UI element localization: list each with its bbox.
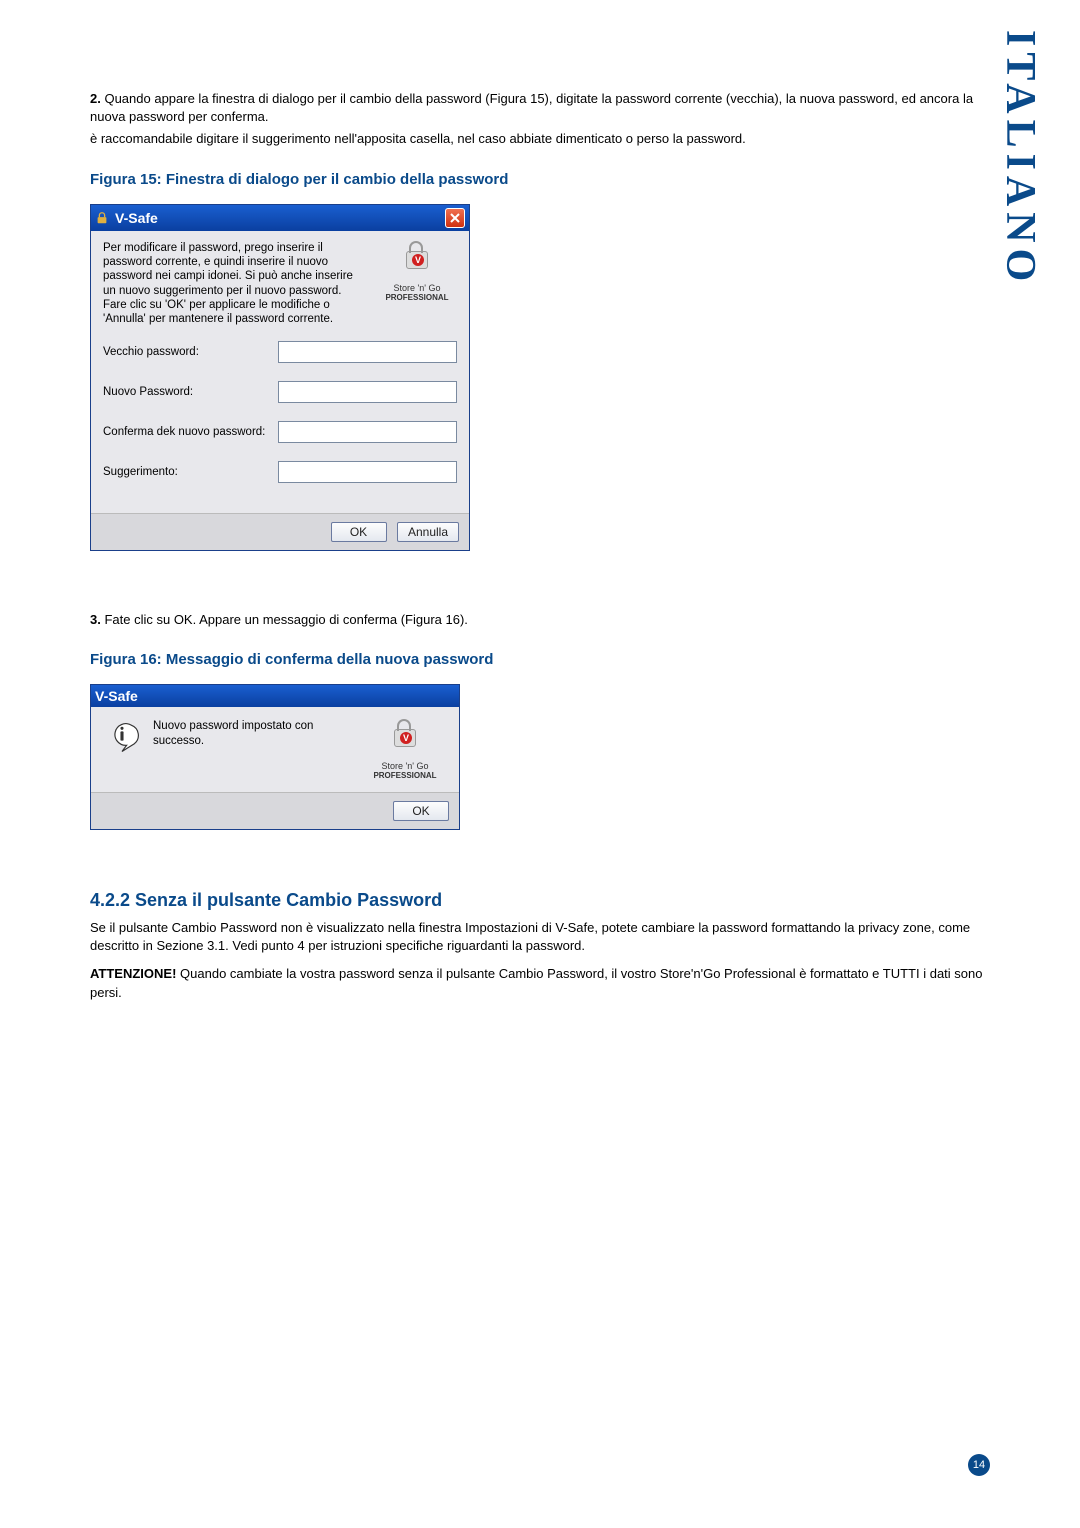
lock-icon (95, 211, 109, 225)
dialog-titlebar: V-Safe (91, 205, 469, 231)
close-icon (449, 212, 461, 224)
brand-line2: PROFESSIONAL (377, 293, 457, 302)
step-3-num: 3. (90, 612, 101, 627)
button-bar: OK Annulla (91, 513, 469, 550)
step-2-num: 2. (90, 91, 101, 106)
dialog-title: V-Safe (115, 210, 158, 226)
hint-line: è raccomandabile digitare il suggeriment… (90, 130, 990, 148)
confirm-button-bar: OK (91, 792, 459, 829)
confirm-message: Nuovo password impostato con successo. (153, 719, 351, 749)
confirm-dialog: V-Safe Nuovo password impostato con succ… (90, 684, 460, 830)
confirm-ok-button[interactable]: OK (393, 801, 449, 821)
hint-label: Suggerimento: (103, 466, 278, 478)
confirm-title: V-Safe (95, 688, 138, 704)
brand-line1: Store 'n' Go (377, 283, 457, 293)
confirm-password-label: Conferma dek nuovo password: (103, 426, 278, 438)
new-password-input[interactable] (278, 381, 457, 403)
lock-logo-icon-2: V (392, 729, 418, 759)
cancel-button[interactable]: Annulla (397, 522, 459, 542)
language-side-label: ITALIANO (996, 30, 1044, 287)
section-warn: ATTENZIONE! Quando cambiate la vostra pa… (90, 965, 990, 1001)
brand-logo: V Store 'n' Go PROFESSIONAL (377, 241, 457, 302)
old-password-input[interactable] (278, 341, 457, 363)
confirm-password-input[interactable] (278, 421, 457, 443)
info-icon (105, 719, 139, 753)
brand-line2-2: PROFESSIONAL (365, 771, 445, 780)
step-2-text: Quando appare la finestra di dialogo per… (90, 91, 973, 124)
section-heading: 4.2.2 Senza il pulsante Cambio Password (90, 890, 990, 911)
dialog-instructions: Per modificare il password, prego inseri… (103, 241, 363, 327)
warn-label: ATTENZIONE! (90, 966, 176, 981)
password-dialog: V-Safe Per modificare il password, prego… (90, 204, 470, 551)
new-password-label: Nuovo Password: (103, 386, 278, 398)
step-3: 3. Fate clic su OK. Appare un messaggio … (90, 611, 990, 629)
brand-logo-2: V Store 'n' Go PROFESSIONAL (365, 719, 445, 780)
fig16-caption: Figura 16: Messaggio di conferma della n… (90, 651, 990, 668)
hint-input[interactable] (278, 461, 457, 483)
section-p1: Se il pulsante Cambio Password non è vis… (90, 919, 990, 955)
step-2: 2. Quando appare la finestra di dialogo … (90, 90, 990, 126)
step-3-text: Fate clic su OK. Appare un messaggio di … (104, 612, 467, 627)
confirm-titlebar: V-Safe (91, 685, 459, 707)
ok-button[interactable]: OK (331, 522, 387, 542)
close-button[interactable] (445, 208, 465, 228)
lock-logo-icon: V (404, 251, 430, 281)
old-password-label: Vecchio password: (103, 346, 278, 358)
fig15-caption: Figura 15: Finestra di dialogo per il ca… (90, 171, 990, 188)
brand-line1-2: Store 'n' Go (365, 761, 445, 771)
page-number: 14 (968, 1454, 990, 1476)
warn-text: Quando cambiate la vostra password senza… (90, 966, 982, 999)
